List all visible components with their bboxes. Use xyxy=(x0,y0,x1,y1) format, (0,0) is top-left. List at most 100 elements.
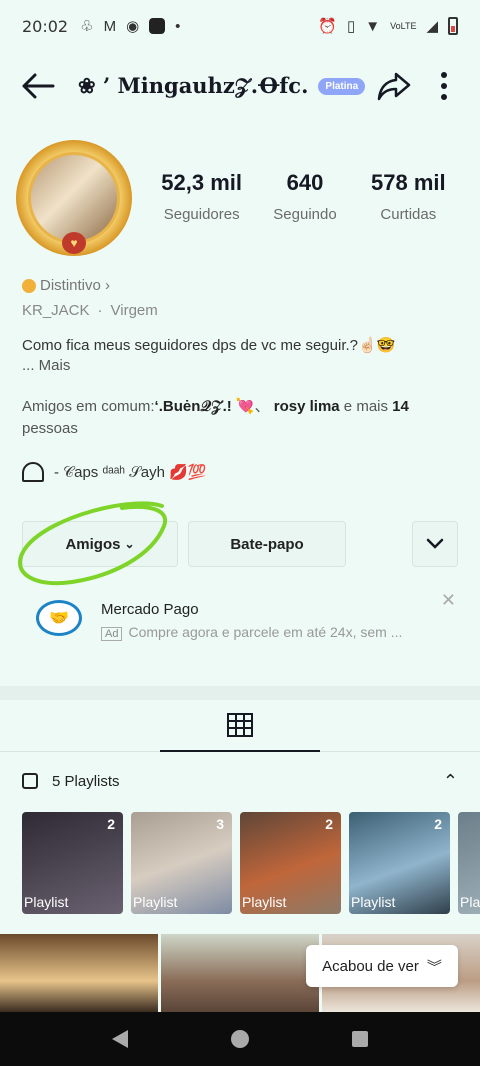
status-time: 20:02 xyxy=(22,16,69,36)
video-thumbnail[interactable] xyxy=(161,934,319,1012)
following-stat[interactable]: 640 Seguindo xyxy=(253,170,356,223)
close-icon[interactable]: ✕ xyxy=(441,590,456,611)
mercado-pago-logo: 🤝 xyxy=(36,600,82,636)
profile-bio[interactable]: Como fica meus seguidores dps de vc me s… xyxy=(22,336,442,376)
mutual-count: 14 xyxy=(392,398,409,415)
ad-tag: Ad xyxy=(101,627,123,641)
mutual-friends[interactable]: Amigos em comum:‘.Buėn𝒬𝒵.! 💘、 rosy lima … xyxy=(22,396,452,440)
playlist-count: 2 xyxy=(434,816,442,832)
system-icons: ⏰ ▯ ▼ VoLTE ◢ xyxy=(318,17,458,35)
mutual-friend-1: ‘.Buėn𝒬𝒵.! xyxy=(154,398,232,415)
profile-header: ❀ ’ Mingauhz𝒵.Ꝋfc. Platina xyxy=(0,58,480,114)
playlist-label: Playlist xyxy=(24,894,69,910)
tiktok-notification-icon xyxy=(149,18,166,34)
profile-link[interactable]: - 𝒞aps ᵈᵃᵃʰ 𝒮ayh 💋💯 xyxy=(22,462,207,482)
igloo-icon xyxy=(22,462,44,482)
battery-icon xyxy=(448,17,458,35)
more-notifications-icon: • xyxy=(175,17,181,35)
section-divider xyxy=(0,686,480,700)
playlists-row: 2 Playlist 3 Playlist 2 Playlist 2 Playl… xyxy=(22,812,480,914)
nav-recents-icon[interactable] xyxy=(352,1031,369,1047)
mutual-emoji: 💘、 xyxy=(231,398,270,415)
playlist-icon xyxy=(22,773,38,789)
playlists-title: 5 Playlists xyxy=(52,772,120,790)
meta-separator: · xyxy=(97,302,103,319)
profile-username: ❀ ’ Mingauhz𝒵.Ꝋfc. xyxy=(78,73,309,98)
followers-label: Seguidores xyxy=(163,206,240,223)
chevron-down-icon: ⌄ xyxy=(124,537,135,551)
likes-count: 578 mil xyxy=(371,170,446,195)
share-arrow-icon xyxy=(377,72,411,101)
followers-stat[interactable]: 52,3 mil Seguidores xyxy=(150,170,253,223)
status-bar: 20:02 ♧ M ◉ • ⏰ ▯ ▼ VoLTE ◢ xyxy=(0,0,480,52)
volte-icon: VoLTE xyxy=(390,21,417,31)
bio-more-link[interactable]: ... Mais xyxy=(22,356,442,376)
likes-label: Curtidas xyxy=(380,206,437,223)
playlist-card[interactable]: 2 Playlist xyxy=(349,812,450,914)
mutual-suffix: pessoas xyxy=(22,420,78,437)
ad-banner[interactable]: 🤝 Mercado Pago Ad Compre agora e parcele … xyxy=(22,588,460,658)
profile-stats: 52,3 mil Seguidores 640 Seguindo 578 mil… xyxy=(150,170,460,223)
suggestions-toggle-button[interactable] xyxy=(412,521,458,567)
back-button[interactable] xyxy=(16,64,60,108)
playlist-count: 3 xyxy=(216,816,224,832)
signal-icon: ◢ xyxy=(426,18,438,35)
mutual-friend-2: rosy lima xyxy=(273,398,340,415)
app-notification-icon: ♧ xyxy=(80,18,94,35)
playlist-label: Playlist xyxy=(242,894,287,910)
meta-sign: Virgem xyxy=(110,302,158,319)
badge-coin-icon xyxy=(22,278,36,293)
more-options-button[interactable] xyxy=(424,64,464,108)
playlist-count: 2 xyxy=(107,816,115,832)
playlists-header[interactable]: 5 Playlists ⌃ xyxy=(22,764,458,798)
messenger-icon: ◉ xyxy=(126,18,140,35)
content-tabs xyxy=(0,700,480,752)
notification-icons: ♧ M ◉ • xyxy=(80,17,181,36)
chevron-up-icon[interactable]: ⌃ xyxy=(443,771,458,792)
last-watched-button[interactable]: Acabou de ver ︾ xyxy=(306,945,458,987)
playlist-label: Pla xyxy=(460,894,480,910)
grid-icon xyxy=(227,713,253,737)
playlist-card[interactable]: Pla xyxy=(458,812,480,914)
profile-link-text: - 𝒞aps ᵈᵃᵃʰ 𝒮ayh 💋💯 xyxy=(54,464,207,481)
vertical-dots-icon xyxy=(441,72,447,100)
profile-meta: KR_JACK · Virgem xyxy=(22,302,158,319)
wifi-icon: ▼ xyxy=(365,17,381,35)
playlist-count: 2 xyxy=(325,816,333,832)
nav-home-icon[interactable] xyxy=(230,1030,249,1048)
meta-handle: KR_JACK xyxy=(22,302,90,319)
vibrate-icon: ▯ xyxy=(346,18,356,35)
share-button[interactable] xyxy=(372,64,416,108)
mutual-prefix: Amigos em comum: xyxy=(22,398,155,415)
ad-description: Ad Compre agora e parcele em até 24x, sem… xyxy=(101,624,402,641)
followers-count: 52,3 mil xyxy=(161,170,243,195)
playlist-card[interactable]: 3 Playlist xyxy=(131,812,232,914)
avatar-image xyxy=(28,152,120,244)
playlist-card[interactable]: 2 Playlist xyxy=(240,812,341,914)
gmail-icon: M xyxy=(103,17,117,35)
playlist-label: Playlist xyxy=(133,894,178,910)
likes-stat[interactable]: 578 mil Curtidas xyxy=(357,170,460,223)
video-thumbnail[interactable] xyxy=(0,934,158,1012)
platina-badge[interactable]: Platina xyxy=(318,77,366,95)
nav-back-icon[interactable] xyxy=(111,1030,128,1048)
heart-badge-icon: ♥ xyxy=(62,232,86,254)
chevron-down-icon xyxy=(426,538,444,549)
distinctive-badge-link[interactable]: Distintivo › xyxy=(22,277,110,294)
following-count: 640 xyxy=(286,170,324,195)
ad-title: Mercado Pago xyxy=(101,601,199,618)
chat-button[interactable]: Bate-papo xyxy=(188,521,346,567)
profile-avatar[interactable]: ♥ xyxy=(16,140,132,256)
friends-button[interactable]: Amigos ⌄ xyxy=(22,521,178,567)
chat-button-label: Bate-papo xyxy=(230,535,304,553)
playlist-card[interactable]: 2 Playlist xyxy=(22,812,123,914)
mutual-mid: e mais xyxy=(339,398,393,415)
playlist-label: Playlist xyxy=(351,894,396,910)
system-navigation-bar xyxy=(0,1012,480,1066)
alarm-icon: ⏰ xyxy=(318,18,337,35)
bio-text: Como fica meus seguidores dps de vc me s… xyxy=(22,337,396,354)
double-chevron-down-icon: ︾ xyxy=(426,958,442,976)
arrow-left-icon xyxy=(22,73,55,99)
badge-label: Distintivo › xyxy=(40,277,111,294)
tab-videos-grid[interactable] xyxy=(160,700,320,752)
